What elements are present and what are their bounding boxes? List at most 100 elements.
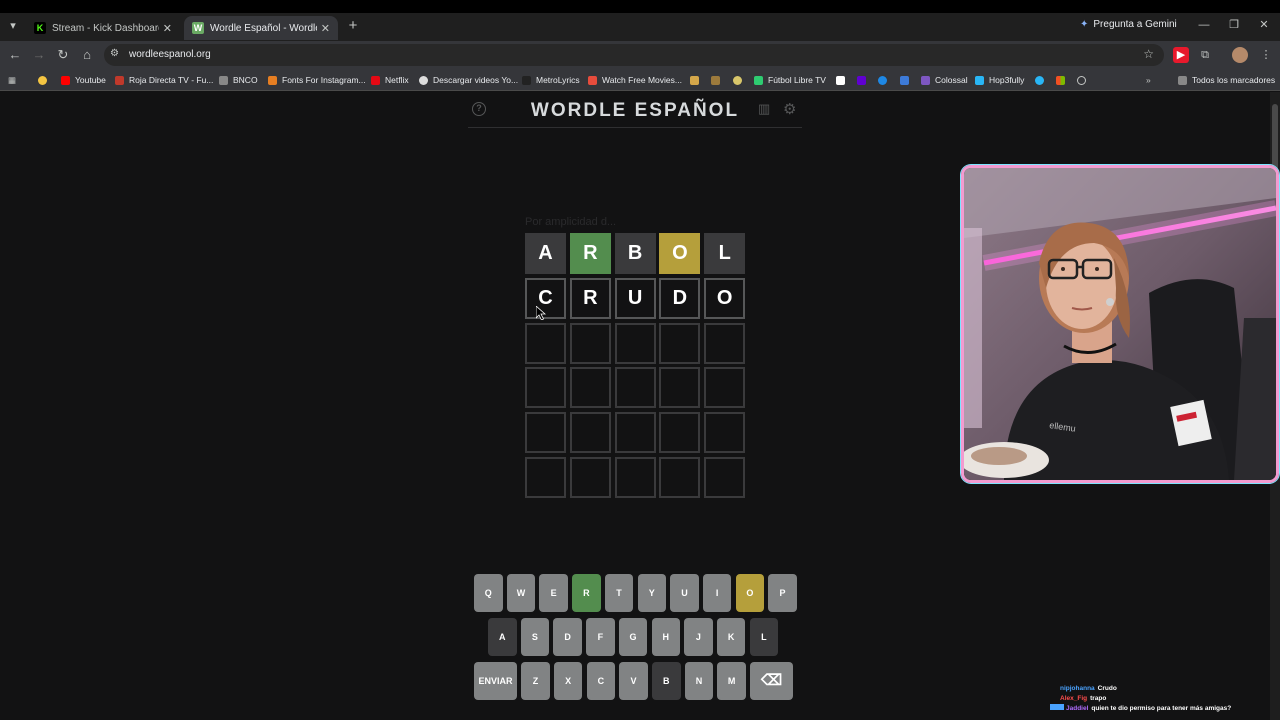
- extension-red-icon[interactable]: ▶: [1173, 47, 1189, 63]
- bookmark-futbol-libre[interactable]: Fútbol Libre TV: [754, 73, 826, 87]
- key-q[interactable]: Q: [474, 574, 503, 612]
- key-f[interactable]: F: [586, 618, 615, 656]
- settings-gear-icon[interactable]: ⚙: [783, 100, 796, 118]
- tab-kick-dashboard[interactable]: K Stream - Kick Dashboard ✕: [26, 16, 180, 40]
- key-a[interactable]: A: [488, 618, 517, 656]
- address-bar[interactable]: ⚙ wordleespanol.org ☆: [104, 44, 1164, 66]
- new-tab-button[interactable]: +: [345, 18, 361, 34]
- bookmark-all-bookmarks[interactable]: Todos los marcadores: [1178, 73, 1275, 87]
- netflix-icon: [371, 75, 380, 85]
- bookmark-icon-1[interactable]: [690, 73, 704, 87]
- enviar-key[interactable]: ENVIAR: [474, 662, 517, 700]
- key-h[interactable]: H: [651, 618, 680, 656]
- bookmark-bnco[interactable]: BNCO: [219, 73, 258, 87]
- bookmark-microsoft[interactable]: [1056, 73, 1070, 87]
- stats-chart-icon[interactable]: ▥: [758, 101, 770, 117]
- bookmark-icon-7[interactable]: [1035, 73, 1049, 87]
- bookmark-icon: [1035, 75, 1044, 85]
- chat-text: quien te dio permiso para tener más amig…: [1091, 705, 1232, 712]
- bookmark-icon-4[interactable]: [836, 73, 850, 87]
- chat-text: trapo: [1090, 695, 1107, 702]
- microsoft-icon: [1056, 75, 1065, 85]
- movies-icon: [588, 75, 597, 85]
- tab-wordle-espanol[interactable]: W Wordle Español - Wordle ilimitado ✕: [184, 16, 338, 40]
- restore-window-icon[interactable]: ❐: [1226, 17, 1242, 33]
- globe-icon: [1077, 75, 1086, 85]
- key-v[interactable]: V: [619, 662, 648, 700]
- site-info-icon[interactable]: ⚙: [110, 48, 119, 59]
- key-c[interactable]: C: [586, 662, 616, 700]
- bookmark-watch-free-movies[interactable]: Watch Free Movies...: [588, 73, 682, 87]
- reload-icon[interactable]: ↻: [55, 47, 71, 63]
- browser-menu-icon[interactable]: ⋮: [1258, 47, 1274, 63]
- bookmark-roja-directa[interactable]: Roja Directa TV - Fu...: [115, 73, 213, 87]
- bookmark-icon-2[interactable]: [711, 73, 725, 87]
- key-z[interactable]: Z: [521, 662, 550, 700]
- close-tab-icon[interactable]: ✕: [321, 22, 330, 35]
- bookmark-metrolyrics[interactable]: MetroLyrics: [522, 73, 580, 87]
- bookmark-icon-6[interactable]: [900, 73, 914, 87]
- bookmark-icon: [733, 75, 742, 85]
- key-b[interactable]: B: [652, 662, 681, 700]
- profile-avatar[interactable]: [1232, 47, 1248, 63]
- board-tile: [704, 322, 746, 364]
- board-tile: [704, 367, 746, 409]
- url-text: wordleespanol.org: [129, 49, 211, 60]
- home-icon[interactable]: ⌂: [79, 47, 95, 63]
- key-m[interactable]: M: [717, 662, 746, 700]
- bookmark-star-icon[interactable]: ☆: [1143, 47, 1154, 61]
- key-x[interactable]: X: [553, 662, 583, 700]
- key-y[interactable]: Y: [637, 574, 666, 612]
- bookmark-descargar-videos[interactable]: Descargar videos Yo...: [419, 73, 518, 87]
- gemini-button[interactable]: ✦ Pregunta a Gemini: [1080, 19, 1177, 30]
- key-k[interactable]: K: [716, 618, 746, 656]
- bookmark-icon-5[interactable]: [878, 73, 892, 87]
- board-tile: [569, 367, 611, 409]
- key-l[interactable]: L: [749, 618, 779, 656]
- key-w[interactable]: W: [506, 574, 536, 612]
- chat-text: Crudo: [1097, 685, 1117, 692]
- folder-icon: [1178, 75, 1187, 85]
- bookmark-youtube[interactable]: Youtube: [61, 73, 106, 87]
- bookmark-fonts-for-instagram[interactable]: Fonts For Instagram...: [268, 73, 366, 87]
- close-tab-icon[interactable]: ✕: [163, 22, 172, 35]
- bookmarks-bar: ▦ Youtube Roja Directa TV - Fu... BNCO F…: [0, 69, 1280, 91]
- bookmark-netflix[interactable]: Netflix: [371, 73, 409, 87]
- key-s[interactable]: S: [520, 618, 550, 656]
- wordle-header: ? WORDLE ESPAÑOL ▥ ⚙: [468, 92, 802, 128]
- key-g[interactable]: G: [618, 618, 648, 656]
- forward-arrow-icon[interactable]: →: [31, 47, 47, 63]
- key-t[interactable]: T: [604, 574, 634, 612]
- back-arrow-icon[interactable]: ←: [7, 47, 23, 63]
- board-tile: [569, 412, 611, 454]
- key-e[interactable]: E: [539, 574, 568, 612]
- futbol-icon: [754, 75, 763, 85]
- board-tile: [659, 322, 701, 364]
- bookmark-yahoo[interactable]: [857, 73, 871, 87]
- bookmark-label: BNCO: [233, 75, 258, 85]
- key-j[interactable]: J: [684, 618, 713, 656]
- board-tile: [614, 367, 656, 409]
- key-p[interactable]: P: [768, 574, 797, 612]
- bookmark-label: MetroLyrics: [536, 75, 580, 85]
- key-n[interactable]: N: [684, 662, 714, 700]
- apps-grid-icon[interactable]: ▦: [8, 73, 16, 87]
- backspace-key[interactable]: ⌫: [750, 662, 794, 700]
- key-d[interactable]: D: [553, 618, 582, 656]
- chat-message: nipjohanna Crudo: [1048, 684, 1270, 694]
- minimize-window-icon[interactable]: —: [1196, 17, 1212, 33]
- bookmark-colossal[interactable]: Colossal: [921, 73, 968, 87]
- bookmark-emoji[interactable]: [38, 73, 52, 87]
- bookmark-globe[interactable]: [1077, 73, 1091, 87]
- extensions-puzzle-icon[interactable]: ⧉: [1197, 47, 1213, 63]
- bookmark-hop3fully[interactable]: Hop3fully: [975, 73, 1024, 87]
- kick-favicon-icon: K: [34, 22, 46, 34]
- key-r[interactable]: R: [572, 574, 601, 612]
- bookmark-icon-3[interactable]: [733, 73, 747, 87]
- close-window-icon[interactable]: ✕: [1256, 17, 1272, 33]
- key-i[interactable]: I: [702, 574, 732, 612]
- more-bookmarks-chevron-icon[interactable]: »: [1146, 73, 1151, 87]
- key-u[interactable]: U: [670, 574, 699, 612]
- key-o[interactable]: O: [735, 574, 765, 612]
- tab-search-chevron-icon[interactable]: ▾: [6, 19, 20, 33]
